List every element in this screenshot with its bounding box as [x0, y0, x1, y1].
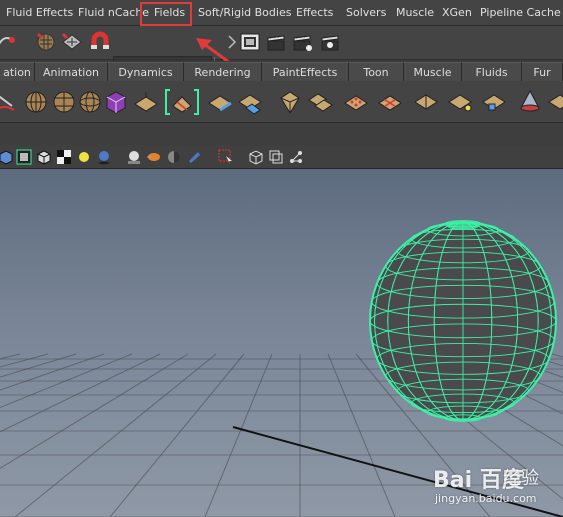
sphere-pole — [447, 222, 479, 230]
motion-blur-icon[interactable] — [146, 149, 162, 165]
tab-fluids[interactable]: Fluids — [462, 62, 522, 81]
tab-dynamics[interactable]: Dynamics — [108, 62, 184, 81]
grid-line — [14, 353, 217, 517]
baidu-watermark: Bai 百度 经验 jingyan.baidu.com — [433, 458, 558, 514]
grid-line — [0, 353, 77, 378]
default-light-icon[interactable] — [76, 149, 92, 165]
nurbs-sphere-wire-icon[interactable] — [76, 88, 104, 116]
grid-line — [0, 353, 161, 433]
textured-cube-icon[interactable] — [36, 149, 52, 165]
plane-split-blue-icon[interactable] — [236, 88, 264, 116]
watermark-url: jingyan.baidu.com — [435, 492, 537, 505]
ambient-occlusion-icon[interactable] — [126, 149, 142, 165]
watermark-product: 经验 — [503, 468, 539, 489]
panel-spacer — [0, 123, 563, 146]
tab-animation[interactable]: Animation — [35, 62, 108, 81]
nurbs-cylinder-icon[interactable] — [50, 88, 78, 116]
pyramid-icon[interactable] — [276, 88, 304, 116]
tab-toon[interactable]: Toon — [349, 62, 404, 81]
shelf-tabs: ation Animation Dynamics Rendering Paint… — [0, 61, 563, 81]
isolate-select-icon[interactable] — [218, 149, 234, 165]
depth-of-field-icon[interactable] — [186, 149, 202, 165]
tab-painteffects[interactable]: PaintEffects — [262, 62, 349, 81]
plane-cross-icon[interactable] — [376, 88, 404, 116]
tab-fur[interactable]: Fur — [522, 62, 563, 81]
tab-muscle[interactable]: Muscle — [404, 62, 462, 81]
plane-blue-edge-icon[interactable] — [206, 88, 234, 116]
wireframe-on-shaded-icon[interactable] — [16, 149, 32, 165]
grid-line — [0, 353, 133, 409]
xray-joints-icon[interactable] — [288, 149, 304, 165]
grid-line — [109, 353, 245, 517]
checker-icon[interactable] — [56, 149, 72, 165]
xray-cube-icon[interactable] — [248, 149, 264, 165]
bracket-selected-tool-icon[interactable] — [163, 88, 201, 116]
shelf-icons — [0, 81, 563, 123]
nurbs-curve-tool-icon[interactable] — [0, 88, 20, 116]
grid-line — [0, 353, 189, 469]
panel-toolbar — [0, 145, 563, 169]
purple-cube-icon[interactable] — [102, 88, 130, 116]
tab-rendering[interactable]: Rendering — [184, 62, 262, 81]
cone-icon[interactable] — [516, 88, 544, 116]
plane-blue-square-icon[interactable] — [480, 88, 508, 116]
grid-line — [0, 353, 21, 360]
plane-patch-icon[interactable] — [132, 88, 160, 116]
grid-line — [327, 353, 396, 517]
plane-partial-icon[interactable] — [546, 88, 563, 116]
shadows-icon[interactable] — [96, 149, 112, 165]
shaded-cube-icon[interactable] — [0, 149, 14, 165]
nurbs-sphere-icon[interactable] — [22, 88, 50, 116]
anti-alias-icon[interactable] — [166, 149, 182, 165]
plane-dotted-icon[interactable] — [342, 88, 370, 116]
tab-ation[interactable]: ation — [0, 62, 35, 81]
plane-fold-icon[interactable] — [412, 88, 440, 116]
plane-yellow-handle-icon[interactable] — [446, 88, 474, 116]
plane-stack-icon[interactable] — [306, 88, 334, 116]
xray-active-icon[interactable] — [268, 149, 284, 165]
grid-line — [0, 353, 49, 368]
grid-line — [0, 353, 105, 391]
